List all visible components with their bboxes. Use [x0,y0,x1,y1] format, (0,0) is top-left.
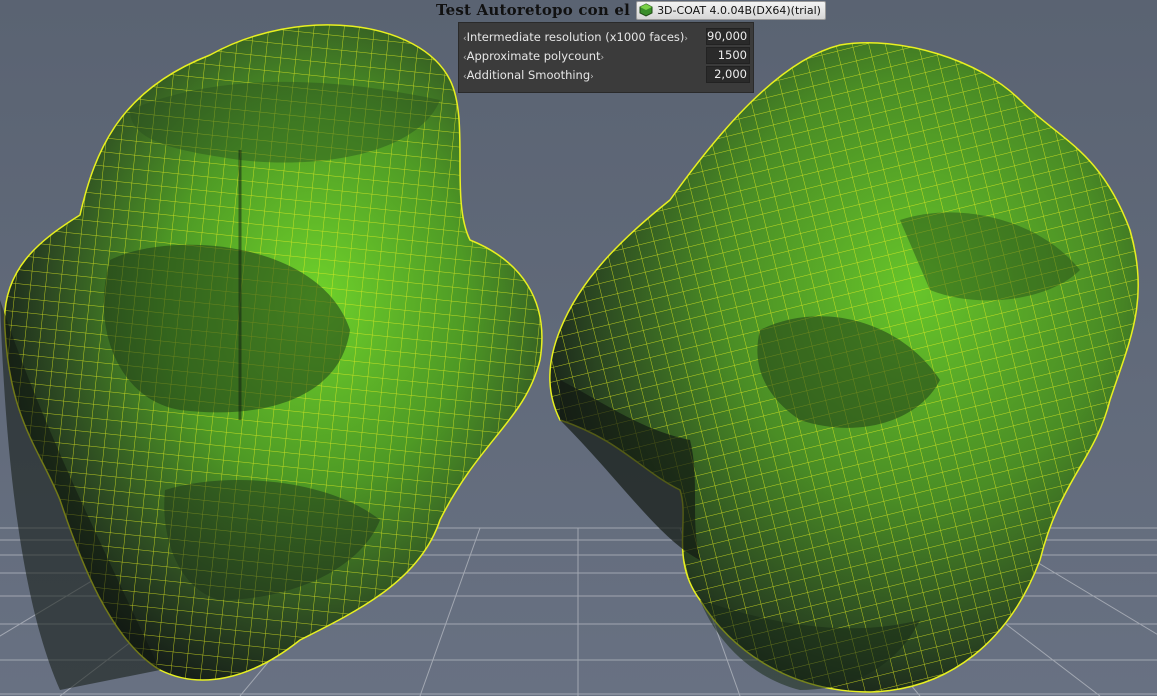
app-badge: 3D-COAT 4.0.04B(DX64)(trial) [636,0,826,20]
3d-viewport[interactable] [0,0,1157,696]
param-label: ‹Additional Smoothing› [463,67,594,82]
app-name: 3D-COAT 4.0.04B(DX64)(trial) [657,3,821,17]
parameters-panel: ‹Intermediate resolution (x1000 faces)› … [458,22,754,93]
title-text: Test Autoretopo con el [436,1,631,19]
approximate-polycount-field[interactable]: 1500 [706,47,750,64]
title-bar: Test Autoretopo con el 3D-COAT 4.0.04B(D… [436,0,826,20]
3dcoat-logo-icon [639,3,653,17]
param-row-approximate-polycount[interactable]: ‹Approximate polycount› 1500 [463,46,750,65]
intermediate-resolution-field[interactable]: 90,000 [706,28,750,45]
additional-smoothing-field[interactable]: 2,000 [706,66,750,83]
param-label: ‹Intermediate resolution (x1000 faces)› [463,29,688,44]
param-label: ‹Approximate polycount› [463,48,605,63]
param-row-additional-smoothing[interactable]: ‹Additional Smoothing› 2,000 [463,65,750,84]
param-row-intermediate-resolution[interactable]: ‹Intermediate resolution (x1000 faces)› … [463,27,750,46]
